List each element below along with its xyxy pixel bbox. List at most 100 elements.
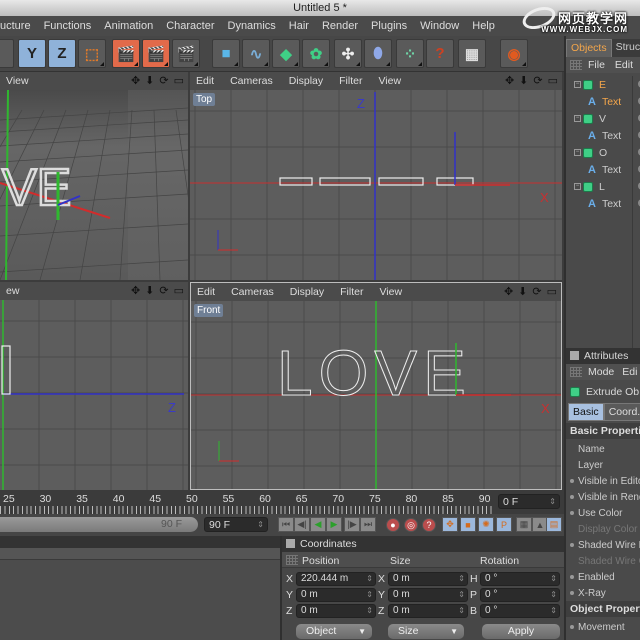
zoom-icon[interactable]: ⬇ [145, 74, 154, 87]
autokey-button[interactable]: ◎ [404, 518, 418, 532]
array-button[interactable]: ✿ [302, 39, 330, 68]
apply-button[interactable]: Apply [482, 624, 560, 639]
deformer-button[interactable]: ✣ [334, 39, 362, 68]
spinner-icon[interactable]: ⇕ [550, 605, 557, 617]
current-frame-field[interactable]: 0 F ⇕ [498, 494, 560, 509]
objects-menu-file[interactable]: File [588, 59, 605, 71]
expand-collapse-icon[interactable]: − [574, 183, 581, 190]
menu-help[interactable]: Help [472, 20, 495, 32]
animate-dot-icon[interactable] [570, 479, 574, 483]
size-z-field[interactable]: 0 m ⇕ [388, 604, 468, 618]
object-extrude-o[interactable]: − O [574, 144, 607, 161]
viewport-menu-filter[interactable]: Filter [340, 286, 363, 298]
x-axis-lock-button[interactable] [0, 39, 14, 68]
go-to-end-button[interactable]: ⏭ [360, 517, 376, 532]
perspective-love-text[interactable]: VE [1, 158, 73, 219]
spinner-icon[interactable]: ⇕ [366, 589, 373, 601]
size-mode-dropdown[interactable]: Size ▼ [388, 624, 464, 639]
object-text[interactable]: A Text [588, 127, 621, 144]
rotate-icon[interactable]: ⟳ [533, 74, 542, 87]
menu-ucture[interactable]: ucture [0, 20, 31, 32]
attributes-section-header[interactable]: Object Propert [566, 601, 640, 617]
rotate-icon[interactable]: ⟳ [159, 74, 168, 87]
viewport-menu-cameras[interactable]: Cameras [231, 286, 274, 298]
rotate-icon[interactable]: ⟳ [532, 285, 541, 298]
panel-toggle-icon[interactable] [286, 539, 295, 548]
render-settings-button[interactable]: 🎬 [172, 39, 200, 68]
menu-hair[interactable]: Hair [289, 20, 309, 32]
panel-toggle-icon[interactable] [570, 351, 579, 360]
nurbs-button[interactable]: ◆ [272, 39, 300, 68]
viewport-menu-edit[interactable]: Edit [196, 75, 214, 87]
keyframe-selection-button[interactable]: ? [422, 518, 436, 532]
letter-o-top[interactable] [319, 177, 371, 186]
frame-range-slider[interactable]: 90 F [0, 517, 198, 532]
tab-objects[interactable]: Objects [566, 39, 612, 57]
rotation-b-field[interactable]: 0 ° ⇕ [480, 604, 560, 618]
particle-emitter-button[interactable]: ⁘ [396, 39, 424, 68]
help-table-button[interactable]: ▦ [458, 39, 486, 68]
object-extrude-e[interactable]: − E [574, 76, 606, 93]
move-icon[interactable]: ✥ [505, 74, 514, 87]
viewport-top[interactable]: Edit Cameras Display Filter View ✥ ⬇ ⟳ ▭ Z X To… [190, 72, 562, 280]
spinner-icon[interactable]: ⇕ [550, 573, 557, 585]
rotation-h-field[interactable]: 0 ° ⇕ [480, 572, 560, 586]
menu-window[interactable]: Window [420, 20, 459, 32]
play-forward-button[interactable]: ▶ [326, 517, 342, 532]
letter-l-top[interactable] [279, 177, 313, 186]
viewport-menu-view[interactable]: ew [6, 285, 19, 297]
key-parameter-button[interactable]: P [496, 517, 512, 532]
menu-render[interactable]: Render [322, 20, 358, 32]
maximize-icon[interactable]: ▭ [174, 284, 184, 297]
spinner-icon[interactable]: ⇕ [549, 495, 556, 509]
viewport-label[interactable]: Front [194, 304, 224, 317]
timeline-window-button[interactable]: ▤ [546, 517, 562, 532]
viewport-label[interactable]: Top [193, 93, 216, 106]
key-rotation-button[interactable]: ✺ [478, 517, 494, 532]
attribute-row[interactable]: Visible in Rend [570, 489, 640, 505]
attribute-row[interactable]: Shaded Wire C [570, 553, 640, 569]
attribute-row[interactable]: Shaded Wire M [570, 537, 640, 553]
menu-functions[interactable]: Functions [44, 20, 92, 32]
play-backward-button[interactable]: ◀ [310, 517, 326, 532]
grid-menu-icon[interactable] [570, 367, 582, 377]
attributes-menu-edit[interactable]: Edi [622, 366, 637, 378]
help-cursor-button[interactable]: ? [426, 39, 454, 68]
key-scale-button[interactable]: ■ [460, 517, 476, 532]
timeline-ruler[interactable]: 0 F ⇕ 25 30 35 40 45 50 55 60 65 70 75 80 85 90 [0, 490, 564, 514]
attribute-row[interactable]: Display Color [570, 521, 637, 537]
viewport-right[interactable]: ew ✥ ⬇ ⟳ ▭ Z [0, 282, 188, 490]
spinner-icon[interactable]: ⇕ [366, 605, 373, 617]
maximize-icon[interactable]: ▭ [548, 74, 558, 87]
key-position-button[interactable]: ✥ [442, 517, 458, 532]
record-keys-button[interactable]: ● [386, 518, 400, 532]
move-icon[interactable]: ✥ [131, 284, 140, 297]
animate-dot-icon[interactable] [570, 495, 574, 499]
position-x-field[interactable]: 220.444 m ⇕ [296, 572, 376, 586]
previous-frame-button[interactable]: ◀| [294, 517, 310, 532]
front-love-text[interactable]: LOVE [277, 337, 472, 410]
menu-dynamics[interactable]: Dynamics [228, 20, 276, 32]
tab-coord[interactable]: Coord. [603, 403, 640, 421]
viewport-menu-view[interactable]: View [379, 286, 402, 298]
zoom-icon[interactable]: ⬇ [518, 285, 527, 298]
scene-floor-button[interactable]: ⬮ [364, 39, 392, 68]
spinner-icon[interactable]: ⇕ [366, 573, 373, 585]
attribute-row[interactable]: Layer [570, 457, 603, 473]
zoom-icon[interactable]: ⬇ [519, 74, 528, 87]
move-icon[interactable]: ✥ [131, 74, 140, 87]
menu-character[interactable]: Character [166, 20, 214, 32]
spinner-icon[interactable]: ⇕ [550, 589, 557, 601]
next-frame-button[interactable]: |▶ [344, 517, 360, 532]
rotate-icon[interactable]: ⟳ [159, 284, 168, 297]
object-extrude-l[interactable]: − L [574, 178, 605, 195]
attributes-section-header[interactable]: Basic Properti [566, 423, 640, 439]
attribute-row[interactable]: Name [570, 441, 605, 457]
animate-dot-icon[interactable] [570, 575, 574, 579]
attribute-row[interactable]: Use Color [570, 505, 622, 521]
expand-collapse-icon[interactable]: − [574, 115, 581, 122]
size-y-field[interactable]: 0 m ⇕ [388, 588, 468, 602]
object-text[interactable]: A Text [588, 195, 621, 212]
viewport-menu-filter[interactable]: Filter [339, 75, 362, 87]
animate-dot-icon[interactable] [570, 591, 574, 595]
